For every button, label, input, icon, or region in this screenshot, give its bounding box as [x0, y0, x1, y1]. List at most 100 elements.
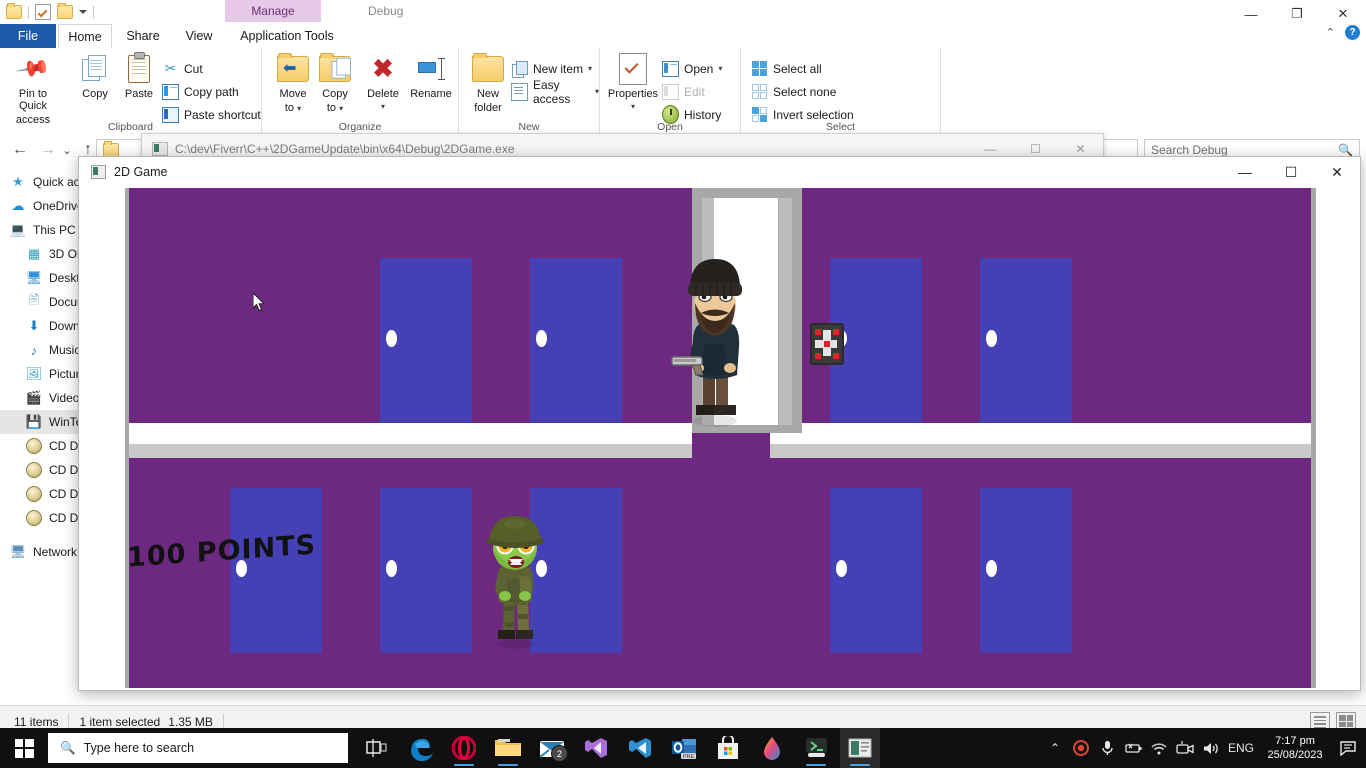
taskbar-clock[interactable]: 7:17 pm 25/08/2023 [1258, 734, 1332, 762]
tab-home[interactable]: Home [58, 24, 112, 48]
door-lower-5[interactable] [980, 488, 1072, 653]
taskbar-item-file-explorer[interactable] [488, 728, 528, 768]
game-minimize-button[interactable]: — [1222, 157, 1268, 187]
taskbar-item-game-console[interactable] [840, 728, 880, 768]
select-all-icon [751, 60, 768, 77]
taskbar-item-vs-code[interactable] [620, 728, 660, 768]
collapse-ribbon-chevron-icon[interactable]: ⌃ [1326, 26, 1335, 39]
cut-button[interactable]: ✂ Cut [162, 58, 203, 79]
game-window[interactable]: 2D Game — ☐ ✕ 100 POINTS [78, 156, 1361, 691]
delete-dropdown-chevron-icon[interactable]: ▾ [381, 102, 385, 111]
qat-properties-icon[interactable] [35, 4, 51, 20]
easy-access-button[interactable]: Easy access ▾ [511, 78, 599, 106]
taskbar-search-input[interactable]: 🔍 Type here to search [48, 733, 348, 763]
tray-language-indicator[interactable]: ENG [1224, 728, 1258, 768]
properties-button[interactable]: Properties ▾ [602, 52, 664, 113]
paste-button[interactable]: Paste [112, 52, 166, 100]
game-canvas[interactable]: 100 POINTS [80, 188, 1359, 688]
taskbar-item-task-view[interactable] [356, 728, 396, 768]
door-lower-4[interactable] [830, 488, 922, 653]
door-lower-2[interactable] [380, 488, 472, 653]
tray-wifi-icon[interactable] [1146, 728, 1172, 768]
recent-locations-button[interactable]: ⌄ [60, 138, 74, 162]
help-icon[interactable]: ? [1345, 25, 1360, 40]
door-upper-2[interactable] [530, 258, 622, 423]
qat-divider [28, 5, 29, 19]
tab-file[interactable]: File [0, 24, 56, 48]
game-close-button[interactable]: ✕ [1314, 157, 1360, 187]
medkit-pickup[interactable] [810, 323, 844, 365]
new-item-chevron-icon[interactable]: ▾ [588, 64, 592, 73]
tab-application-tools[interactable]: Application Tools [225, 24, 349, 48]
group-label-clipboard: Clipboard [108, 121, 153, 133]
scene-left-edge [125, 188, 129, 688]
select-none-button[interactable]: Select none [751, 81, 836, 102]
qat-new-folder-icon[interactable] [57, 3, 73, 19]
tray-record-icon[interactable] [1068, 728, 1094, 768]
qat-customize-chevron-icon[interactable] [79, 10, 87, 14]
open-chevron-icon[interactable]: ▾ [718, 64, 722, 73]
task-view-icon [365, 738, 387, 757]
door-upper-4[interactable] [980, 258, 1072, 423]
sidebar-label: OneDrive [33, 199, 84, 213]
scissors-icon: ✂ [164, 60, 177, 76]
tray-volume-icon[interactable] [1198, 728, 1224, 768]
taskbar-item-outlook-preview[interactable]: PRE [664, 728, 704, 768]
pin-to-quick-access-button[interactable]: 📌 Pin to Quick access [6, 50, 60, 126]
taskbar: 🔍 Type here to search 2 PRE ⌃ ENG 7:17 p… [0, 728, 1366, 768]
door-upper-1[interactable] [380, 258, 472, 423]
tray-microphone-icon[interactable] [1094, 728, 1120, 768]
taskbar-item-visual-studio[interactable] [576, 728, 616, 768]
ribbon: 📌 Pin to Quick access Copy Paste ✂ Cut C [0, 48, 1366, 135]
select-all-button[interactable]: Select all [751, 58, 822, 79]
action-center-icon[interactable] [1332, 728, 1366, 768]
star-icon: ★ [12, 174, 24, 189]
copy-to-label-line1: Copy [322, 88, 348, 100]
back-button[interactable]: ← [8, 138, 32, 162]
select-none-label: Select none [773, 84, 837, 99]
tray-chevron-icon[interactable]: ⌃ [1042, 728, 1068, 768]
door-lower-1[interactable] [230, 488, 322, 653]
terminal-icon [805, 738, 827, 757]
open-button[interactable]: Open ▾ [662, 58, 722, 79]
paste-icon [112, 52, 166, 86]
new-folder-button[interactable]: New folder [461, 52, 515, 114]
new-item-button[interactable]: New item ▾ [511, 58, 592, 79]
contextual-tab-manage[interactable]: Manage [225, 0, 321, 22]
3d-objects-icon: ▦ [27, 246, 41, 261]
taskbar-item-opera[interactable] [444, 728, 484, 768]
game-title-bar[interactable]: 2D Game — ☐ ✕ [79, 157, 1360, 189]
clock-date: 25/08/2023 [1267, 749, 1323, 761]
status-size: 1.35 MB [168, 715, 213, 729]
taskbar-item-paint-3d[interactable] [752, 728, 792, 768]
properties-chevron-icon[interactable]: ▾ [631, 102, 635, 111]
taskbar-item-terminal[interactable] [796, 728, 836, 768]
taskbar-item-microsoft-store[interactable] [708, 728, 748, 768]
game-maximize-button[interactable]: ☐ [1268, 157, 1314, 187]
copy-path-button[interactable]: Copy path [162, 81, 239, 102]
easy-access-label: Easy access [533, 77, 571, 106]
group-label-organize: Organize [338, 121, 382, 133]
taskbar-item-mail[interactable]: 2 [532, 728, 572, 768]
search-placeholder: Search Debug [1151, 143, 1228, 157]
tray-battery-icon[interactable] [1120, 728, 1146, 768]
rename-button[interactable]: Rename [402, 52, 460, 100]
game-title-text: 2D Game [114, 165, 168, 179]
select-all-label: Select all [773, 61, 822, 76]
copy-to-button[interactable]: Copy to ▾ [308, 52, 362, 115]
tab-share[interactable]: Share [118, 24, 168, 48]
cd-drive-icon [26, 510, 42, 526]
qat-divider-2 [93, 5, 94, 19]
tab-view[interactable]: View [176, 24, 222, 48]
easy-access-chevron-icon[interactable]: ▾ [595, 87, 599, 96]
tray-camera-icon[interactable] [1172, 728, 1198, 768]
forward-button[interactable]: → [36, 138, 60, 162]
visual-studio-icon [585, 738, 607, 758]
group-label-new: New [518, 121, 540, 133]
taskbar-item-edge[interactable] [400, 728, 440, 768]
start-button[interactable] [0, 728, 48, 768]
platform-upper-right [770, 423, 1315, 458]
properties-label: Properties [607, 88, 659, 100]
status-item-count: 11 items [14, 715, 59, 729]
search-icon: 🔍 [1338, 143, 1353, 157]
